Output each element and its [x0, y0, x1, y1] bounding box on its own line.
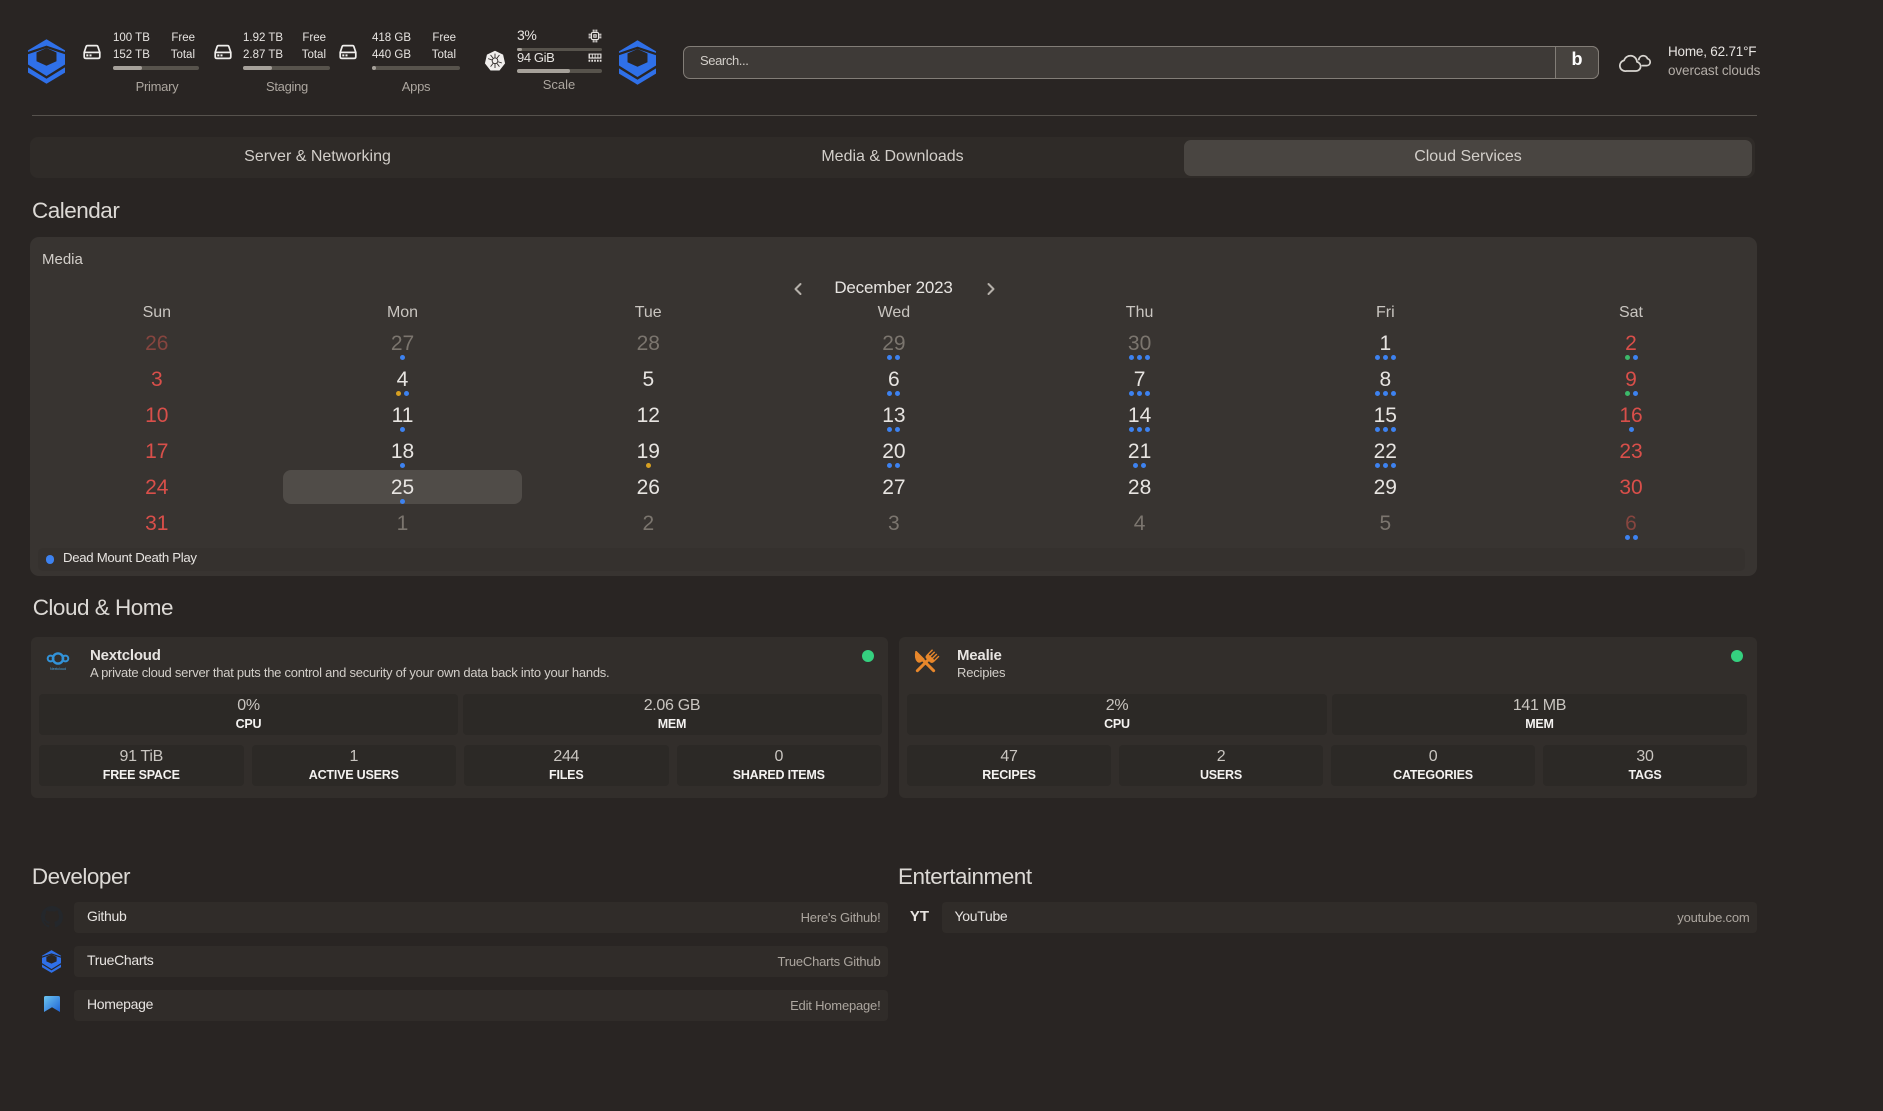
svg-text:Nextcloud: Nextcloud: [50, 667, 66, 671]
